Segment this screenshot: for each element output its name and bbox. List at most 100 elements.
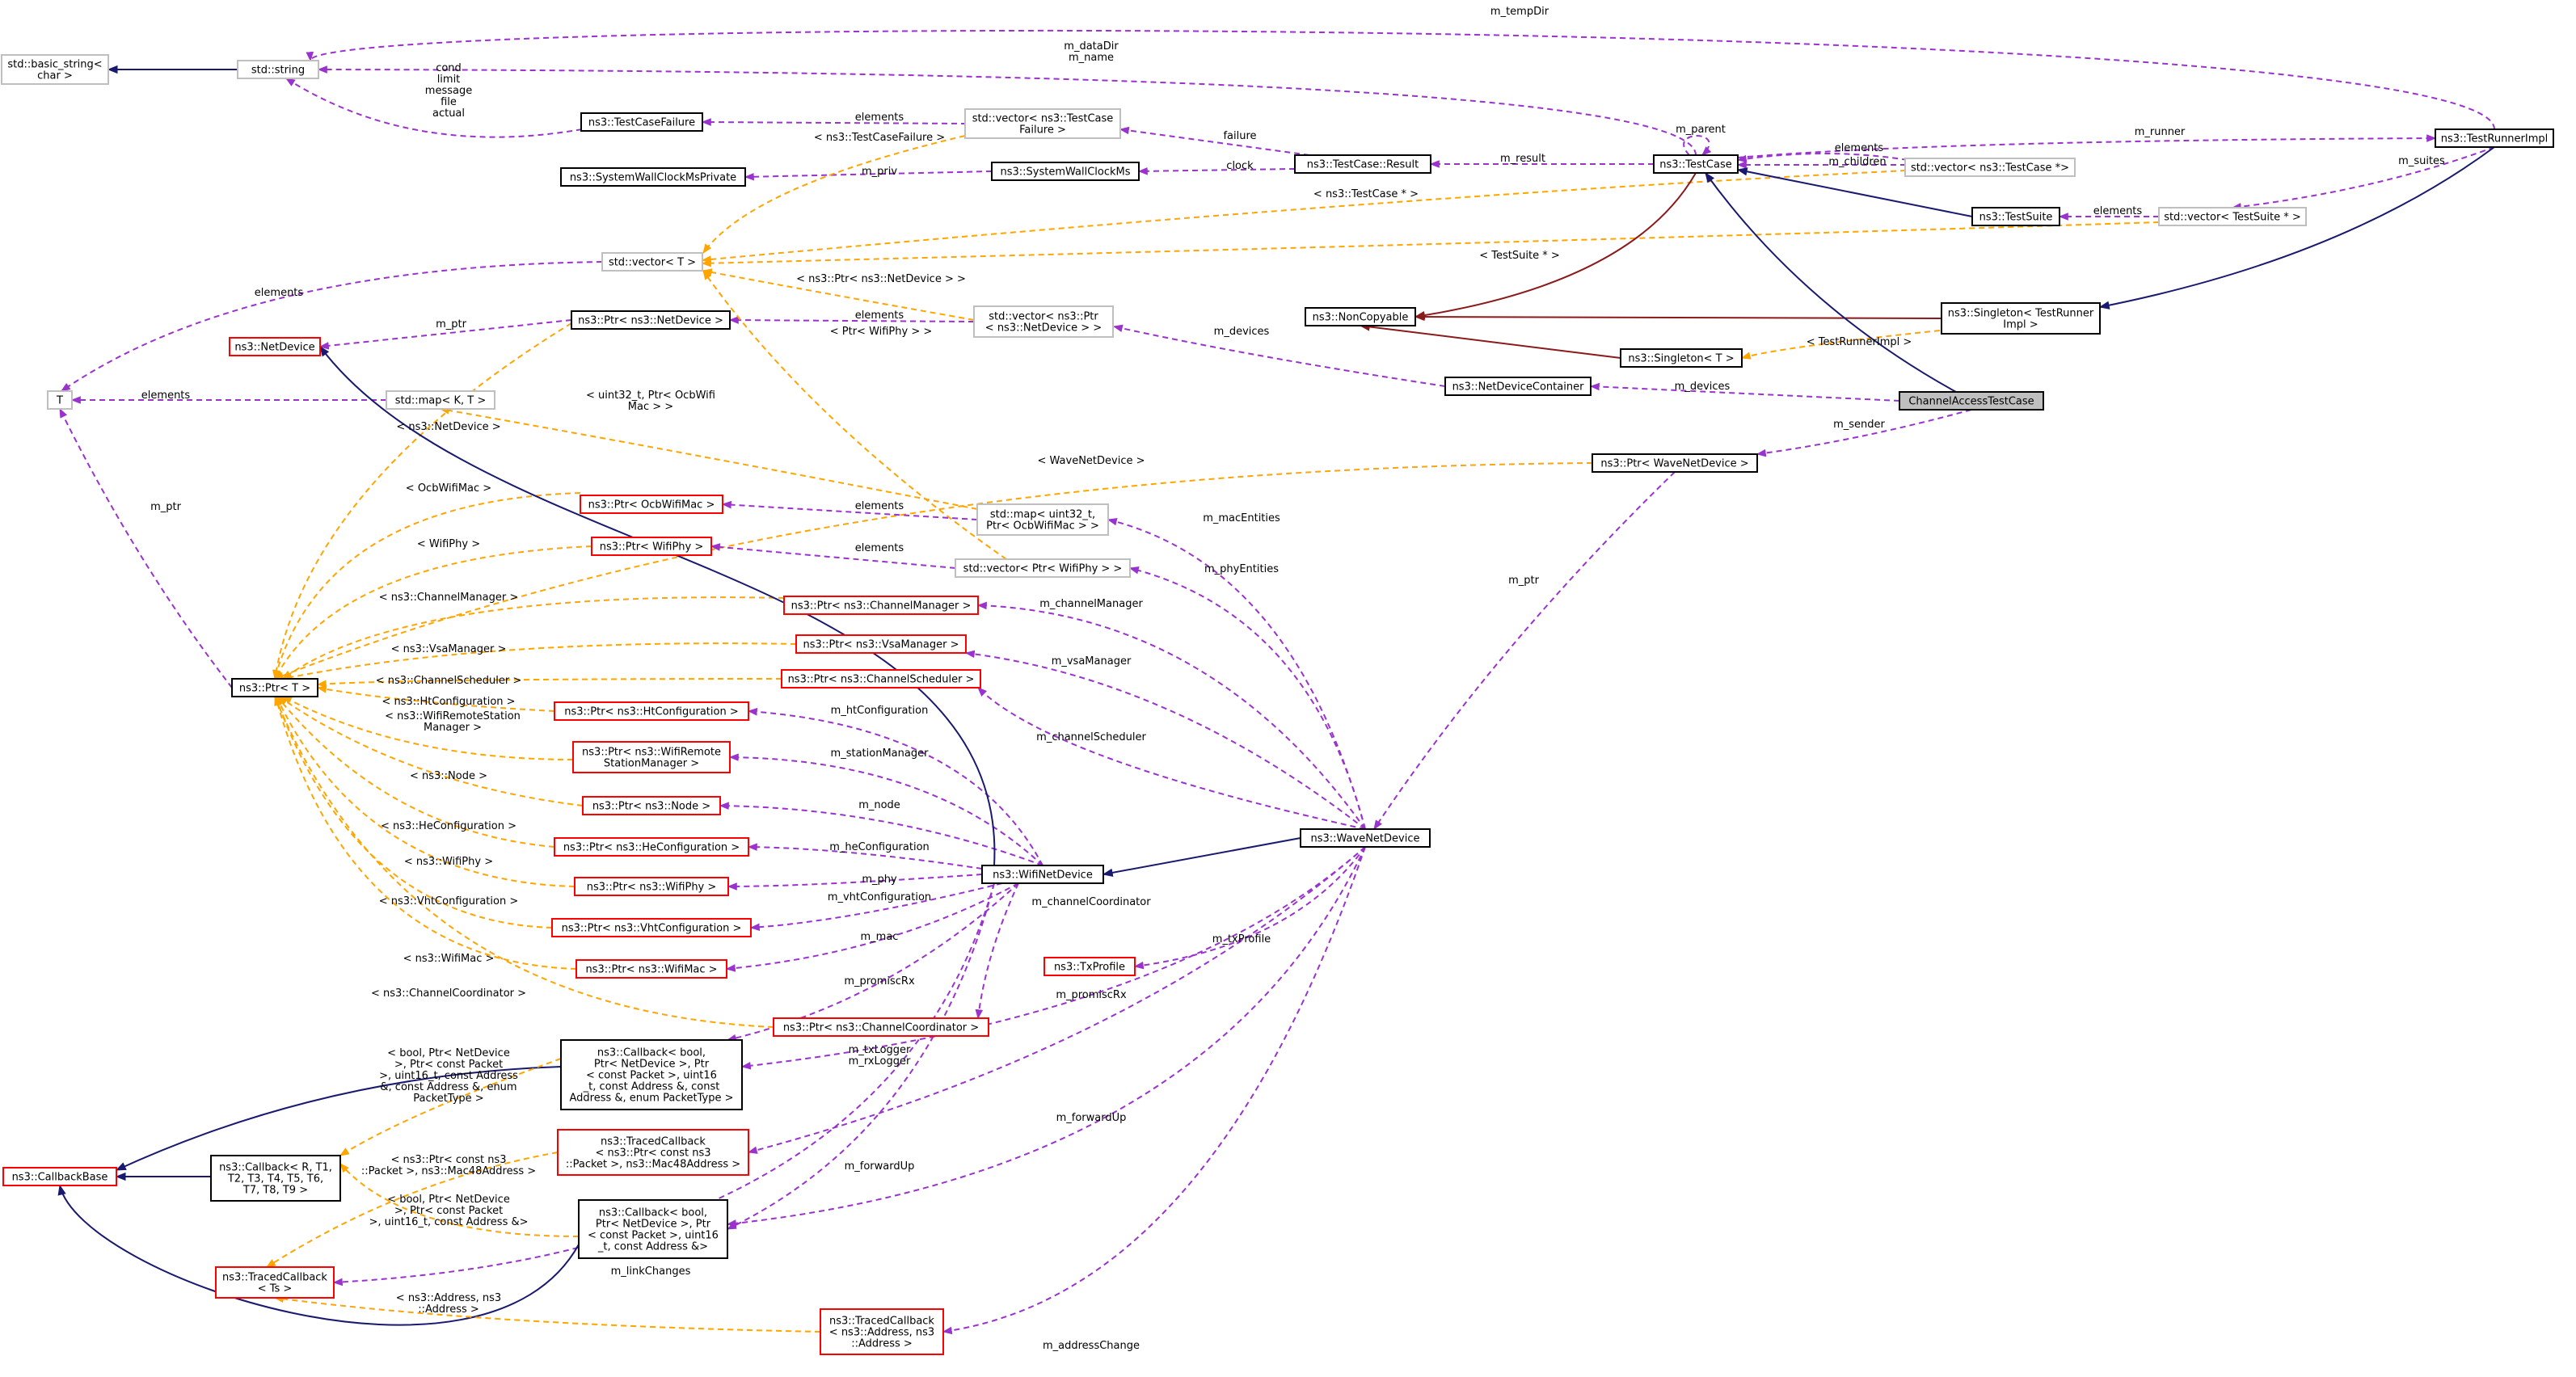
node-label-line: ns3::Ptr< ns3::WifiRemote (582, 747, 721, 759)
edge-label-tpl-channelcoordinator: < ns3::ChannelCoordinator > (371, 987, 526, 1000)
node-label-line: Ptr< NetDevice >, Ptr (596, 1219, 711, 1231)
node-ptr-wifiphy[interactable]: ns3::Ptr< ns3::WifiPhy > (574, 877, 729, 896)
node-callback-promisc[interactable]: ns3::Callback< bool, Ptr< NetDevice >, Pt… (560, 1039, 743, 1110)
node-ptr-t[interactable]: ns3::Ptr< T > (231, 678, 318, 697)
edge-label-tpl-wifiphy-plain: < WifiPhy > (417, 538, 480, 550)
node-testcasefailure[interactable]: ns3::TestCaseFailure (580, 112, 703, 132)
node-netdevice[interactable]: ns3::NetDevice (229, 337, 321, 356)
node-singleton-testrunnerimpl[interactable]: ns3::Singleton< TestRunner Impl > (1941, 302, 2101, 335)
edge-e-prx-wifi (726, 882, 1019, 1042)
node-ptr-node[interactable]: ns3::Ptr< ns3::Node > (582, 796, 721, 815)
node-wavenetdevice[interactable]: ns3::WaveNetDevice (1300, 828, 1431, 848)
node-ptr-vsamanager[interactable]: ns3::Ptr< ns3::VsaManager > (795, 634, 967, 654)
node-label-line: T7, T8, T9 > (242, 1185, 308, 1197)
node-vec-testcase-ptr[interactable]: std::vector< ns3::TestCase *> (1904, 158, 2076, 177)
node-testcase-result[interactable]: ns3::TestCase::Result (1294, 154, 1431, 174)
edge-e-ocb-tpl (439, 406, 978, 510)
node-testsuite[interactable]: ns3::TestSuite (1971, 207, 2060, 226)
node-label-line: T2, T3, T4, T5, T6, (227, 1173, 323, 1185)
node-label-line: ns3::SystemWallClockMsPrivate (570, 172, 736, 184)
edge-label-line: m_ptr (436, 318, 467, 331)
node-ptr-heconfiguration[interactable]: ns3::Ptr< ns3::HeConfiguration > (554, 837, 749, 857)
node-label: ChannelAccessTestCase (1908, 396, 2034, 408)
node-tracedcallback-packet-mac48[interactable]: ns3::TracedCallback < ns3::Ptr< const ns3… (557, 1129, 749, 1176)
edge-label-line: < ns3::Address, ns3 (396, 1292, 501, 1304)
node-label-line: ns3::Ptr< ns3::VhtConfiguration > (562, 923, 742, 935)
edge-e-tc-tpl (701, 170, 1907, 263)
node-label-line: T (56, 395, 63, 407)
node-tracedcallback-ts[interactable]: ns3::TracedCallback < Ts > (215, 1266, 335, 1299)
node-ptr-wifiremotestationmanager[interactable]: ns3::Ptr< ns3::WifiRemote StationManager … (572, 741, 731, 773)
edge-label-m-datadir: m_dataDir m_name (1064, 40, 1119, 64)
edge-label-tpl-wifiphy: < ns3::WifiPhy > (404, 856, 493, 868)
edge-label-m-priv: m_priv (862, 166, 897, 178)
node-label-line: ns3::TxProfile (1054, 962, 1125, 974)
node-netdevicecontainer[interactable]: ns3::NetDeviceContainer (1444, 377, 1592, 396)
node-ptr-wavenetdevice[interactable]: ns3::Ptr< WaveNetDevice > (1592, 453, 1758, 473)
node-label-line: StationManager > (604, 758, 699, 770)
node-label-line: ns3::TestSuite (1979, 212, 2053, 224)
node-ptr-channelmanager[interactable]: ns3::Ptr< ns3::ChannelManager > (783, 596, 979, 615)
node-testcase[interactable]: ns3::TestCase (1653, 154, 1739, 174)
node-vector-t[interactable]: std::vector< T > (601, 252, 703, 272)
node-string[interactable]: std::string (237, 60, 319, 79)
edge-label-line: m_name (1069, 52, 1114, 64)
edge-label-tpl-bool-ptr-netdevice-promisc: < bool, Ptr< NetDevice >, Ptr< const Pack… (379, 1047, 518, 1105)
node-callback-forwardup[interactable]: ns3::Callback< bool, Ptr< NetDevice >, Pt… (578, 1199, 728, 1259)
edge-label-line: < Ptr< WifiPhy > > (830, 326, 933, 338)
node-testrunnerimpl[interactable]: ns3::TestRunnerImpl (2435, 128, 2554, 148)
node-callback-rt[interactable]: ns3::Callback< R, T1, T2, T3, T4, T5, T6,… (210, 1155, 341, 1202)
node-ptr-ocbwifimac[interactable]: ns3::Ptr< OcbWifiMac > (580, 495, 723, 514)
node-systemwallclockmsprivate[interactable]: ns3::SystemWallClockMsPrivate (560, 167, 746, 187)
node-ptr-vhtconfiguration[interactable]: ns3::Ptr< ns3::VhtConfiguration > (551, 918, 752, 937)
node-map-kt[interactable]: std::map< K, T > (386, 390, 495, 410)
node-label-line: < Ts > (258, 1283, 293, 1295)
edge-label-line: m_dataDir (1064, 40, 1119, 53)
edge-label-elements-ocb: elements (855, 500, 904, 512)
node-ptr-htconfiguration[interactable]: ns3::Ptr< ns3::HtConfiguration > (554, 701, 749, 721)
node-map-uint32-ocbwifimac[interactable]: std::map< uint32_t, Ptr< OcbWifiMac > > (976, 503, 1109, 536)
edge-e-tx (1133, 846, 1366, 970)
edge-label-line: elements (141, 390, 191, 402)
node-label-line: ns3::TracedCallback (829, 1316, 934, 1328)
edge-label-line: < ns3::WifiMac > (403, 953, 495, 965)
edge-label-m-tempdir: m_tempDir (1490, 6, 1549, 18)
node-txprofile[interactable]: ns3::TxProfile (1043, 957, 1136, 976)
edge-label-line: elements (2093, 205, 2143, 217)
node-tracedcallback-address[interactable]: ns3::TracedCallback < ns3::Address, ns3::… (820, 1308, 944, 1355)
edge-label-m-forwardup-wave: m_forwardUp (1056, 1112, 1127, 1124)
node-label: ns3::Ptr< ns3::VhtConfiguration > (562, 923, 742, 935)
node-t[interactable]: T (47, 390, 73, 410)
edge-label-elements-map: elements (141, 390, 191, 402)
node-systemwallclockms[interactable]: ns3::SystemWallClockMs (991, 162, 1140, 181)
edge-e-failure (1119, 126, 1310, 156)
node-ptr-channelscheduler[interactable]: ns3::Ptr< ns3::ChannelScheduler > (781, 669, 981, 688)
edge-label-m-ptr-nd: m_ptr (436, 318, 467, 331)
edge-e-parent (1683, 135, 1712, 156)
node-ptr-wifiphy-plain[interactable]: ns3::Ptr< WifiPhy > (591, 537, 712, 556)
node-noncopyable[interactable]: ns3::NonCopyable (1305, 307, 1416, 326)
edge-label-m-phy: m_phy (862, 874, 897, 886)
node-label: std::vector< TestSuite * > (2164, 212, 2301, 224)
node-vec-testsuite-ptr[interactable]: std::vector< TestSuite * > (2158, 207, 2307, 226)
node-vec-ptr-netdevice[interactable]: std::vector< ns3::Ptr < ns3::NetDevice > … (973, 305, 1114, 338)
node-ptr-wifimac[interactable]: ns3::Ptr< ns3::WifiMac > (575, 959, 727, 979)
edge-label-line: < WifiPhy > (417, 538, 480, 550)
edge-label-m-result: m_result (1500, 153, 1545, 165)
node-singleton-t[interactable]: ns3::Singleton< T > (1620, 348, 1743, 368)
node-callbackbase[interactable]: ns3::CallbackBase (2, 1167, 117, 1186)
node-channelaccesstestcase[interactable]: ChannelAccessTestCase (1899, 391, 2044, 411)
edge-e-devices-ctr (1589, 382, 1900, 402)
node-ptr-channelcoordinator[interactable]: ns3::Ptr< ns3::ChannelCoordinator > (773, 1017, 989, 1037)
node-label-line: ns3::Ptr< WaveNetDevice > (1600, 458, 1748, 470)
node-basic-string[interactable]: std::basic_string< char > (1, 54, 109, 85)
node-label-line: Ptr< OcbWifiMac > > (986, 520, 1099, 533)
node-vec-ptr-wifiphy[interactable]: std::vector< Ptr< WifiPhy > > (955, 558, 1131, 578)
edge-label-line: m_addressChange (1043, 1340, 1140, 1352)
node-wifinetdevice[interactable]: ns3::WifiNetDevice (981, 865, 1104, 884)
node-ptr-netdevice[interactable]: ns3::Ptr< ns3::NetDevice > (571, 310, 731, 330)
node-label-line: ChannelAccessTestCase (1908, 396, 2034, 408)
node-label-line: ns3::TracedCallback (222, 1272, 327, 1284)
node-label-line: ns3::Ptr< ns3::WifiMac > (585, 964, 717, 976)
node-vec-testcasefailure[interactable]: std::vector< ns3::TestCase Failure > (964, 108, 1121, 139)
